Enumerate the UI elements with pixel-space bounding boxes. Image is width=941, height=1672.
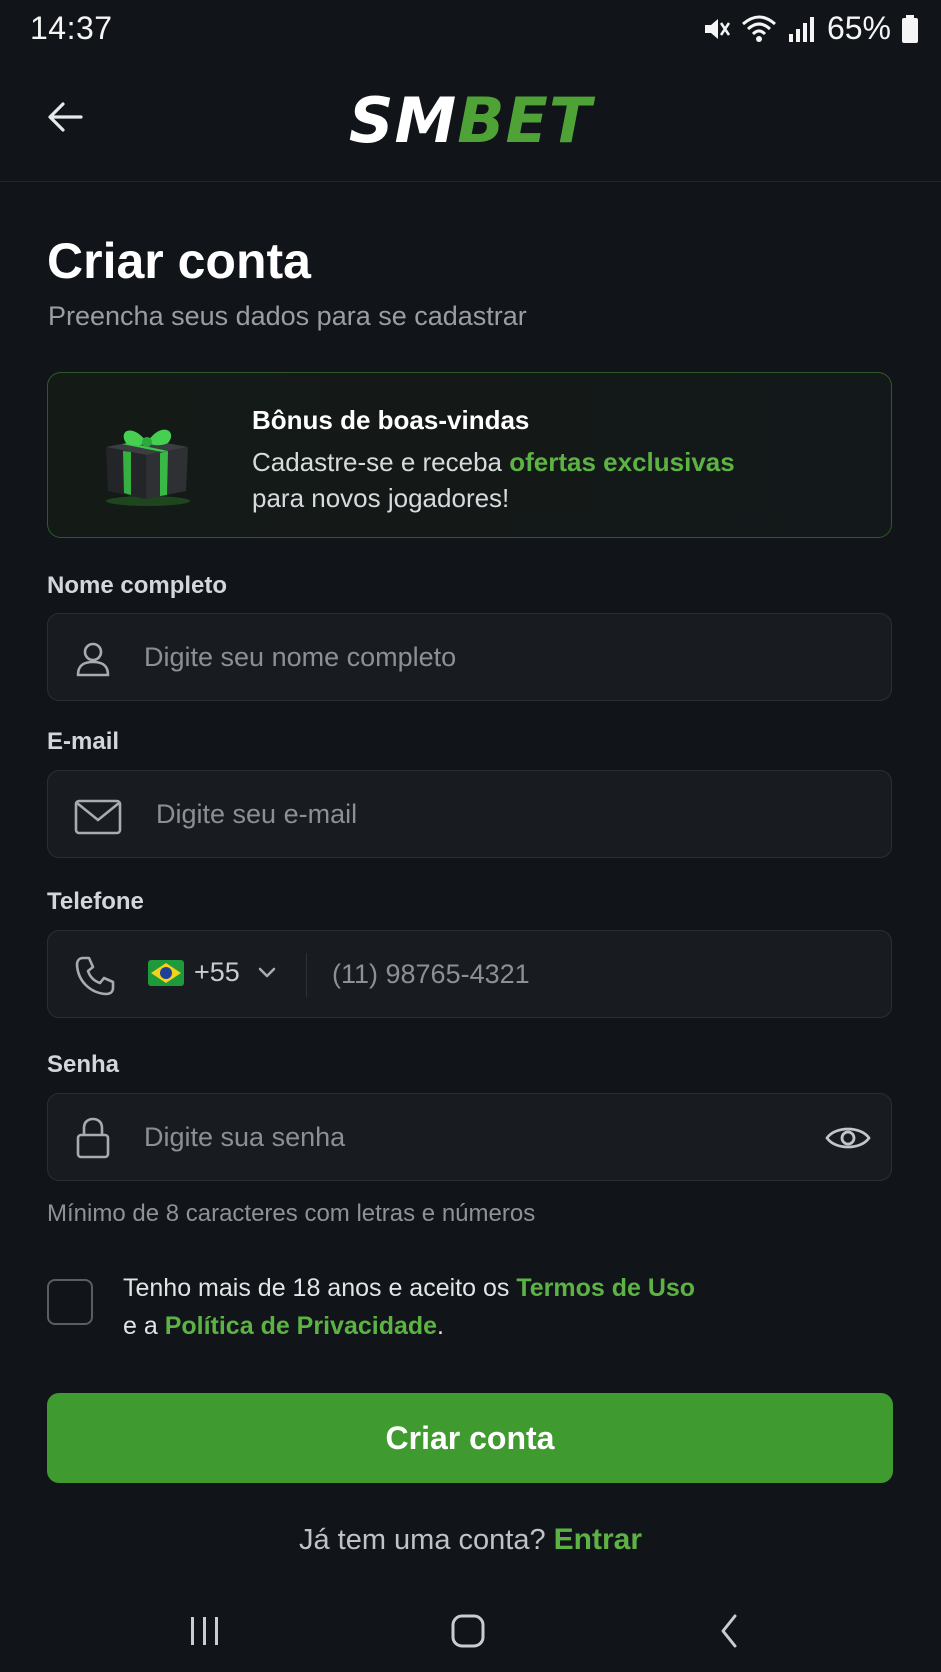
phone-separator — [306, 953, 307, 997]
email-placeholder: Digite seu e-mail — [156, 799, 358, 829]
email-field[interactable]: Digite seu e-mail — [47, 770, 892, 858]
eye-icon — [825, 1127, 871, 1149]
toggle-password-visibility[interactable] — [823, 1116, 873, 1160]
password-label: Senha — [47, 1051, 120, 1078]
login-prompt: Já tem uma conta? Entrar — [0, 1523, 941, 1557]
country-code: +55 — [194, 957, 240, 987]
terms-checkbox[interactable] — [47, 1279, 93, 1325]
terms-text-line2: e a Política de Privacidade. — [123, 1312, 444, 1341]
phone-placeholder: (11) 98765-4321 — [332, 959, 530, 989]
recent-apps-button[interactable] — [165, 1606, 245, 1656]
password-placeholder: Digite sua senha — [144, 1122, 346, 1152]
name-label: Nome completo — [47, 572, 228, 599]
bonus-card: Bônus de boas-vindas Cadastre-se e receb… — [47, 372, 892, 538]
login-question: Já tem uma conta? — [298, 1524, 554, 1556]
battery-icon — [902, 14, 918, 43]
page-title: Criar conta — [47, 233, 311, 289]
chevron-down-icon — [258, 967, 276, 977]
login-link[interactable]: Entrar — [554, 1523, 642, 1556]
signal-icon — [788, 16, 814, 42]
home-icon — [451, 1614, 485, 1648]
create-account-button[interactable]: Criar conta — [47, 1393, 893, 1483]
brazil-flag-icon — [148, 959, 184, 986]
mail-icon — [74, 799, 122, 835]
phone-label: Telefone — [47, 888, 144, 915]
bonus-text-line1: Cadastre-se e receba ofertas exclusivas — [252, 447, 735, 478]
wifi-icon — [741, 15, 776, 42]
password-hint: Mínimo de 8 caracteres com letras e núme… — [47, 1200, 536, 1227]
gift-icon — [106, 429, 190, 506]
name-field[interactable]: Digite seu nome completo — [47, 613, 892, 701]
bonus-text-prefix: Cadastre-se e receba — [252, 447, 510, 477]
email-label: E-mail — [47, 728, 120, 755]
home-button[interactable] — [428, 1606, 508, 1656]
recent-apps-icon — [191, 1617, 218, 1645]
status-icons: 65% — [701, 10, 919, 47]
terms-text-line1: Tenho mais de 18 anos e aceito os Termos… — [123, 1274, 695, 1303]
password-field[interactable]: Digite sua senha — [47, 1093, 892, 1181]
logo-bet: BET — [457, 84, 593, 157]
name-placeholder: Digite seu nome completo — [144, 642, 457, 672]
logo-sm: SM — [348, 84, 458, 157]
phone-icon — [75, 956, 115, 996]
smbet-logo: SMBET — [0, 84, 941, 157]
user-icon — [76, 642, 110, 677]
terms-prefix: Tenho mais de 18 anos e aceito os — [123, 1274, 517, 1302]
phone-field[interactable]: +55 (11) 98765-4321 — [47, 930, 892, 1018]
terms-suffix: . — [437, 1312, 444, 1340]
lock-icon — [76, 1117, 110, 1159]
header-divider — [0, 181, 941, 182]
bonus-text-line2: para novos jogadores! — [252, 483, 510, 513]
bonus-title: Bônus de boas-vindas — [252, 405, 530, 435]
battery-percent: 65% — [826, 10, 891, 46]
page-subtitle: Preencha seus dados para se cadastrar — [48, 301, 527, 331]
status-time: 14:37 — [30, 10, 113, 46]
terms-of-use-link[interactable]: Termos de Uso — [516, 1274, 695, 1302]
mute-icon — [704, 18, 730, 39]
country-code-selector[interactable]: +55 — [148, 957, 280, 988]
bonus-highlight: ofertas exclusivas — [509, 447, 735, 477]
terms-middle: e a — [123, 1312, 165, 1340]
privacy-policy-link[interactable]: Política de Privacidade — [165, 1312, 437, 1340]
nav-back-button[interactable] — [690, 1606, 770, 1656]
nav-back-icon — [721, 1614, 737, 1648]
